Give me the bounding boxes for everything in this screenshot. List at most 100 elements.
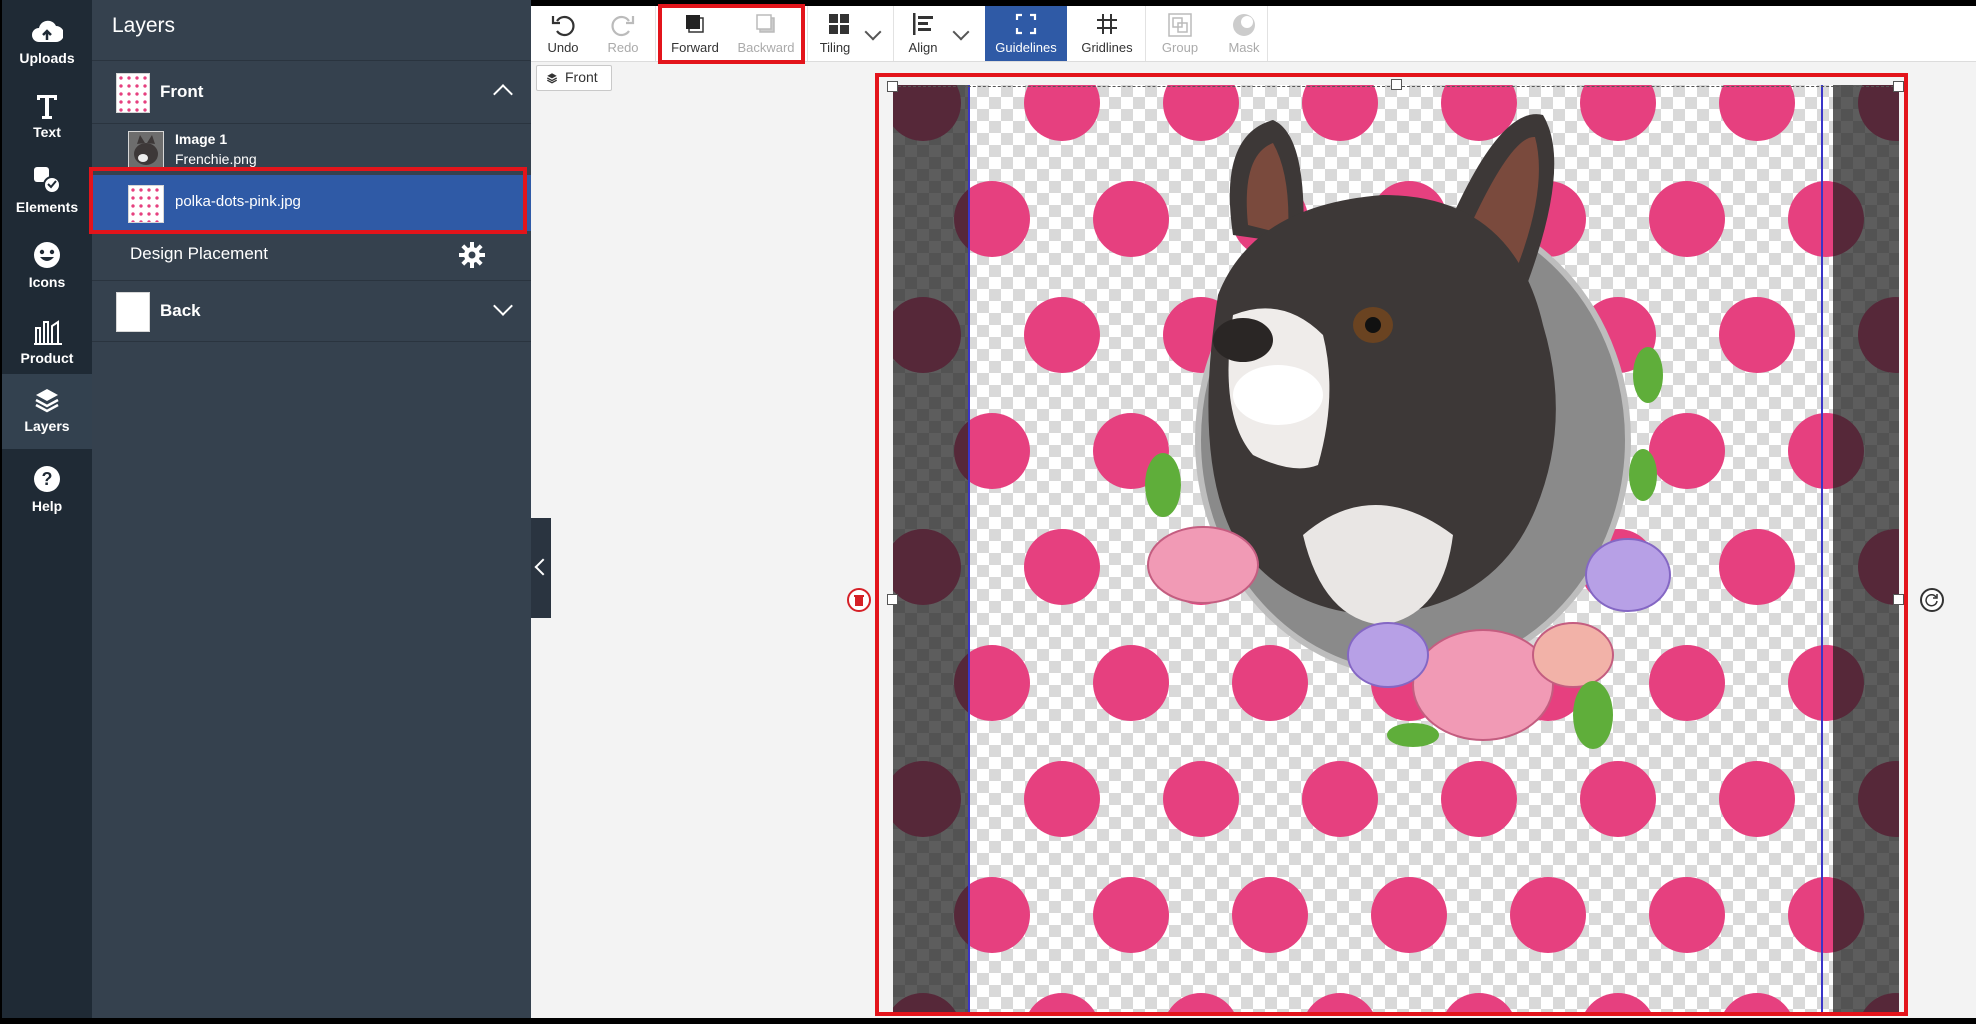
group-icon xyxy=(1168,13,1192,37)
resize-handle[interactable] xyxy=(1893,594,1904,605)
polka-dot xyxy=(1024,297,1100,373)
back-thumbnail xyxy=(116,292,150,332)
guidelines-icon xyxy=(1015,13,1037,35)
frenchie-artwork[interactable] xyxy=(1123,95,1683,775)
bleed-area-right xyxy=(1833,85,1899,1016)
product-icon xyxy=(34,320,62,345)
tiling-icon xyxy=(829,14,849,34)
guideline-right xyxy=(1821,85,1823,1016)
grid-icon xyxy=(1097,14,1117,34)
toolbar-divider xyxy=(655,6,656,61)
polka-dot xyxy=(1719,761,1795,837)
forward-button[interactable]: Forward xyxy=(663,6,727,61)
back-section-header[interactable]: Back xyxy=(92,281,531,342)
guidelines-label: Guidelines xyxy=(995,40,1057,55)
design-canvas[interactable] xyxy=(893,85,1899,1016)
align-label: Align xyxy=(908,40,938,55)
resize-handle[interactable] xyxy=(1391,79,1402,90)
chevron-up-icon[interactable] xyxy=(493,84,513,104)
text-icon xyxy=(37,95,57,119)
elements-label: Elements xyxy=(15,199,79,215)
text-label: Text xyxy=(33,124,61,140)
undo-icon xyxy=(551,15,575,37)
product-label: Product xyxy=(20,350,74,366)
gridlines-label: Gridlines xyxy=(1081,40,1133,55)
send-backward-icon xyxy=(756,14,775,33)
polka-dot xyxy=(1024,529,1100,605)
polka-dot xyxy=(1719,85,1795,141)
chevron-down-icon[interactable] xyxy=(493,296,513,316)
backward-button[interactable]: Backward xyxy=(731,6,801,61)
polka-dot xyxy=(1719,297,1795,373)
toolbar-divider xyxy=(1145,6,1146,61)
elements-icon xyxy=(34,167,61,194)
resize-handle[interactable] xyxy=(887,594,898,605)
side-rail: Uploads Text Elements Icons Product Laye… xyxy=(2,0,92,1018)
front-tag-label: Front xyxy=(565,69,598,85)
polka-dot xyxy=(1580,993,1656,1016)
resize-handle[interactable] xyxy=(887,81,898,92)
mask-label: Mask xyxy=(1228,40,1260,55)
polka-dot xyxy=(1093,877,1169,953)
elements-button[interactable]: Elements xyxy=(2,153,92,225)
smiley-icon xyxy=(34,242,60,268)
polka-dot xyxy=(1649,877,1725,953)
toolbar-divider xyxy=(807,6,808,61)
polka-dot xyxy=(1719,993,1795,1016)
help-button[interactable]: ? Help xyxy=(2,452,92,524)
gridlines-button[interactable]: Gridlines xyxy=(1069,6,1145,61)
back-label: Back xyxy=(160,301,201,320)
front-section-header[interactable]: Front xyxy=(92,60,531,124)
polka-dot xyxy=(1441,993,1517,1016)
frenchie-thumbnail xyxy=(128,131,164,169)
polka-dot xyxy=(1510,877,1586,953)
layer-item-image1[interactable]: Image 1 Frenchie.png xyxy=(92,123,531,178)
undo-button[interactable]: Undo xyxy=(535,6,591,61)
polka-dot xyxy=(1024,761,1100,837)
design-placement-label: Design Placement xyxy=(130,244,268,263)
rotate-layer-button[interactable] xyxy=(1920,588,1944,612)
layer-item-polka-dots[interactable]: polka-dots-pink.jpg xyxy=(92,175,531,231)
polka-dot xyxy=(1163,993,1239,1016)
redo-button[interactable]: Redo xyxy=(595,6,651,61)
icons-label: Icons xyxy=(28,274,66,290)
redo-icon xyxy=(611,15,635,37)
collapse-panel-button[interactable] xyxy=(531,518,552,618)
group-label: Group xyxy=(1161,40,1199,55)
toolbar-divider xyxy=(1267,6,1268,61)
help-icon: ? xyxy=(34,466,60,492)
tiling-label: Tiling xyxy=(819,40,851,55)
product-button[interactable]: Product xyxy=(2,304,92,376)
front-label: Front xyxy=(160,82,204,101)
design-placement-row[interactable]: Design Placement xyxy=(92,232,531,281)
icons-button[interactable]: Icons xyxy=(2,228,92,300)
trash-icon xyxy=(854,595,864,606)
rotate-icon xyxy=(1925,594,1938,607)
text-button[interactable]: Text xyxy=(2,80,92,152)
cloud-upload-icon xyxy=(32,20,63,42)
delete-layer-button[interactable] xyxy=(847,588,871,612)
layers-icon xyxy=(35,389,59,413)
help-label: Help xyxy=(31,498,63,514)
group-button[interactable]: Group xyxy=(1149,6,1211,61)
toolbar: Undo Redo Forward Backward Tiling Align xyxy=(531,6,1976,62)
layers-icon xyxy=(546,73,558,84)
layers-button[interactable]: Layers xyxy=(2,374,92,449)
backward-label: Backward xyxy=(737,40,795,55)
resize-handle[interactable] xyxy=(1893,81,1904,92)
bring-forward-icon xyxy=(686,15,704,33)
layer-file: Frenchie.png xyxy=(175,151,257,167)
polka-dot xyxy=(1719,529,1795,605)
mask-icon xyxy=(1233,14,1255,36)
front-side-tag[interactable]: Front xyxy=(536,65,612,91)
polka-dot xyxy=(1024,993,1100,1016)
mask-button[interactable]: Mask xyxy=(1213,6,1275,61)
svg-text:?: ? xyxy=(42,469,53,489)
uploads-button[interactable]: Uploads xyxy=(2,6,92,78)
guidelines-button[interactable]: Guidelines xyxy=(985,6,1067,61)
forward-label: Forward xyxy=(671,40,719,55)
guideline-left xyxy=(968,85,970,1016)
gear-icon[interactable] xyxy=(458,241,486,269)
uploads-label: Uploads xyxy=(19,50,75,66)
polka-dot xyxy=(1232,877,1308,953)
